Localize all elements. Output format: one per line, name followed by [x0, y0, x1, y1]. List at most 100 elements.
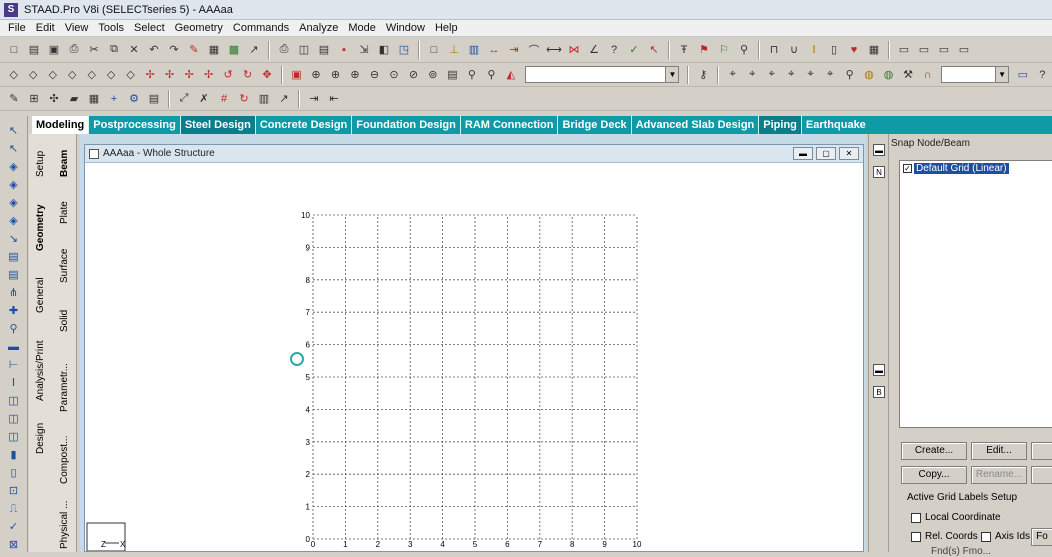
zoom-out-icon[interactable]: ⊖	[367, 67, 382, 83]
tab-beam[interactable]: Beam	[59, 148, 70, 178]
tab-solid[interactable]: Solid	[59, 306, 70, 336]
view-iso-icon[interactable]: ◇	[6, 67, 21, 83]
circular-repeat-icon[interactable]: ✗	[196, 91, 212, 107]
tab-general[interactable]: General	[35, 270, 46, 320]
menu-commands[interactable]: Commands	[229, 22, 295, 34]
tab-parametric[interactable]: Parametr...	[59, 358, 70, 418]
fo-button[interactable]: Fo	[1031, 528, 1052, 546]
axis-icon[interactable]: ✚	[6, 303, 22, 319]
split-icon[interactable]: ⇥	[306, 91, 322, 107]
column-icon[interactable]: Ⅰ	[806, 42, 822, 58]
preview-icon[interactable]: ◫	[296, 42, 312, 58]
section-icon[interactable]: ⋈	[566, 42, 582, 58]
search-icon[interactable]: ⚲	[484, 67, 499, 83]
tab-piping[interactable]: Piping	[759, 116, 802, 134]
beam-releases-icon[interactable]: ◫	[6, 393, 22, 409]
delete-icon[interactable]: ✕	[126, 42, 142, 58]
save-icon[interactable]: ▣	[46, 42, 62, 58]
menu-tools[interactable]: Tools	[94, 22, 130, 34]
tab-steel-design[interactable]: Steel Design	[180, 116, 256, 134]
redo-icon[interactable]: ↷	[166, 42, 182, 58]
dimension-beams-icon[interactable]: ⊢	[6, 357, 22, 373]
open-file-icon[interactable]: ▤	[26, 42, 42, 58]
table-icon[interactable]: ▤	[146, 91, 162, 107]
pencil-icon[interactable]: ✎	[6, 91, 22, 107]
tab-plate[interactable]: Plate	[59, 198, 70, 228]
grid-settings-icon[interactable]: ▦	[86, 91, 102, 107]
scale-icon[interactable]: ⊡	[6, 483, 22, 499]
insert-node-icon[interactable]: ▥	[256, 91, 272, 107]
filter-icon[interactable]: ⚲	[842, 67, 857, 83]
menu-mode[interactable]: Mode	[344, 22, 382, 34]
node-cursor-icon[interactable]: ⌖	[725, 67, 740, 83]
tab-physical[interactable]: Physical ...	[59, 500, 70, 550]
span-icon[interactable]: ⟷	[546, 42, 562, 58]
menu-geometry[interactable]: Geometry	[171, 22, 229, 34]
report-icon[interactable]: ▤	[316, 42, 332, 58]
print-icon[interactable]: ⎙	[66, 42, 82, 58]
rotate-down-icon[interactable]: ✢	[162, 67, 177, 83]
tab-design[interactable]: Design	[35, 418, 46, 458]
view-right-icon[interactable]: ◇	[84, 67, 99, 83]
zoom-in-icon[interactable]: ⊕	[308, 67, 323, 83]
load-display-icon[interactable]: ▯	[6, 465, 22, 481]
tab-ram-connection[interactable]: RAM Connection	[461, 116, 559, 134]
help-icon[interactable]: ?	[1035, 67, 1050, 83]
beam-cursor-icon[interactable]: ⌖	[744, 67, 759, 83]
menu-analyze[interactable]: Analyze	[295, 22, 344, 34]
dynamic-zoom-icon[interactable]: ⊙	[386, 67, 401, 83]
zoom-in-2-icon[interactable]: ⊕	[347, 67, 362, 83]
local-coordinate-checkbox[interactable]: Local Coordinate	[911, 512, 1001, 523]
plate-thickness-icon[interactable]: ◫	[6, 429, 22, 445]
menu-select[interactable]: Select	[130, 22, 171, 34]
label-icon[interactable]: ⇥	[506, 42, 522, 58]
tool-icon[interactable]: ⚒	[900, 67, 915, 83]
tab-concrete-design[interactable]: Concrete Design	[256, 116, 353, 134]
rotate-up-icon[interactable]: ✢	[142, 67, 157, 83]
list-item[interactable]: ✓ Default Grid (Linear)	[903, 163, 1049, 174]
load-case-dropdown[interactable]: ▼	[524, 66, 680, 83]
dimension-icon[interactable]: ↔	[486, 42, 502, 58]
menu-help[interactable]: Help	[431, 22, 464, 34]
tab-bridge-deck[interactable]: Bridge Deck	[558, 116, 632, 134]
window-tile-icon[interactable]: ▭	[896, 42, 912, 58]
geometry-cursor-icon[interactable]: ◈	[6, 213, 22, 229]
tab-modeling[interactable]: Modeling	[32, 116, 90, 134]
report-result-icon[interactable]: ⊠	[6, 537, 22, 553]
translational-repeat-icon[interactable]: ⤢	[176, 91, 192, 107]
tab-postprocessing[interactable]: Postprocessing	[89, 116, 181, 134]
panel-icon[interactable]: ▬	[873, 144, 885, 156]
view-front-icon[interactable]: ◇	[25, 67, 40, 83]
zoom-previous-icon[interactable]: ⊘	[406, 67, 421, 83]
floor-icon[interactable]: ▬	[6, 339, 22, 355]
node-snap-icon[interactable]: ⊞	[26, 91, 42, 107]
plates-cursor-icon[interactable]: ◈	[6, 159, 22, 175]
spin-left-icon[interactable]: ↺	[220, 67, 235, 83]
tab-foundation-design[interactable]: Foundation Design	[352, 116, 461, 134]
whole-structure-icon[interactable]: ▣	[289, 67, 304, 83]
physical-member-cursor-icon[interactable]: ↘	[6, 231, 22, 247]
pan-icon[interactable]: ✥	[259, 67, 274, 83]
snap-grid-canvas[interactable]: 001122334455667788991010XZ	[85, 163, 863, 551]
beam-section-icon[interactable]: Ⅰ	[6, 375, 22, 391]
window-new-icon[interactable]: ▭	[956, 42, 972, 58]
display-window-icon[interactable]: ⊚	[425, 67, 440, 83]
tab-setup[interactable]: Setup	[35, 146, 46, 182]
grid-icon[interactable]: ▦	[866, 42, 882, 58]
labels-icon[interactable]: ⚐	[716, 42, 732, 58]
list-icon[interactable]: ▦	[206, 42, 222, 58]
copy-button[interactable]: Copy...	[901, 466, 967, 484]
new-file-icon[interactable]: □	[6, 42, 22, 58]
cursor-dropdown[interactable]: ▼	[941, 66, 1010, 83]
zoom-window-icon[interactable]: ⊕	[328, 67, 343, 83]
result-icon[interactable]: ⎍	[6, 501, 22, 517]
solid-cursor-icon[interactable]: ⌖	[803, 67, 818, 83]
key-icon[interactable]: ⚷	[695, 67, 710, 83]
check-icon[interactable]: ✓	[626, 42, 642, 58]
beams-cursor-icon[interactable]: ↖	[6, 141, 22, 157]
nodes-cursor-icon[interactable]: ↖	[6, 123, 22, 139]
monitor-icon[interactable]: ▭	[1015, 67, 1030, 83]
frame-icon[interactable]: ⊓	[766, 42, 782, 58]
tab-advanced-slab-design[interactable]: Advanced Slab Design	[632, 116, 760, 134]
support-icon[interactable]: ⋔	[6, 285, 22, 301]
